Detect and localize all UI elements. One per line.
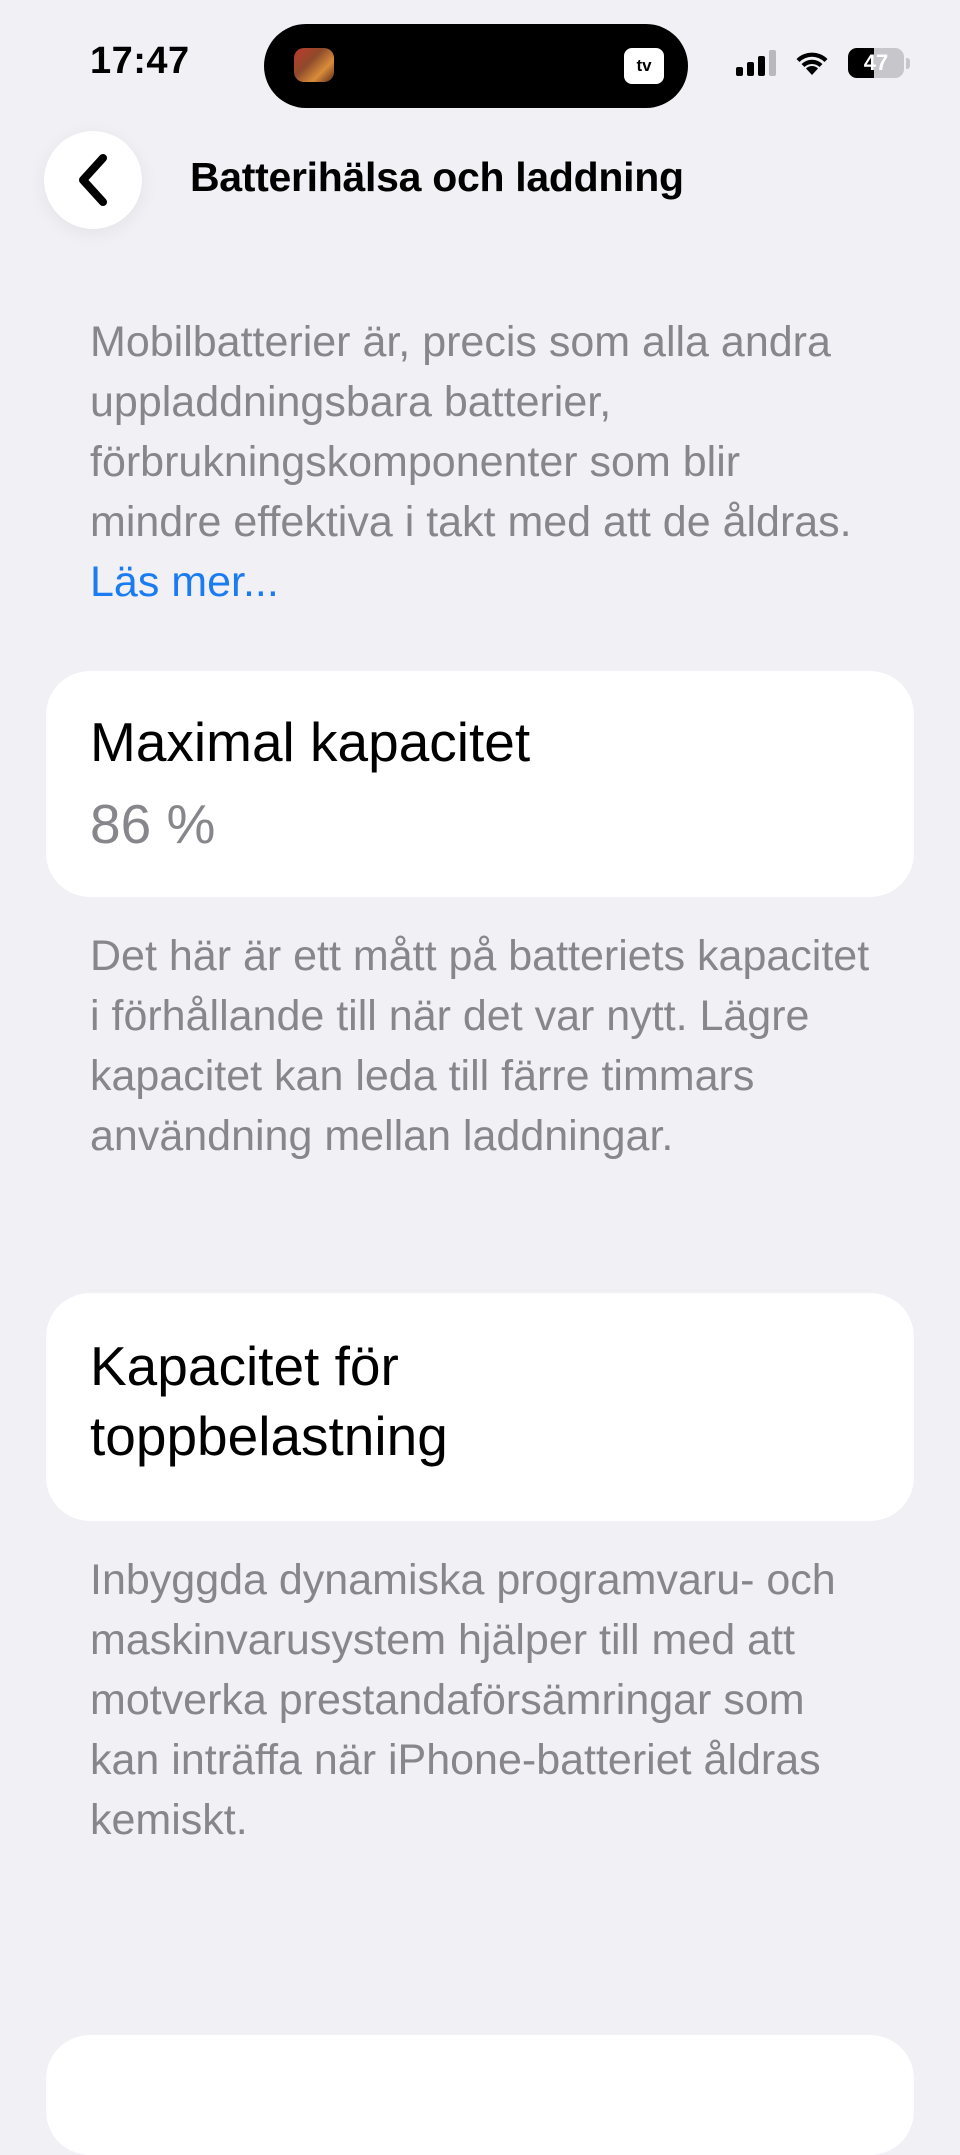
max-capacity-card: Maximal kapacitet 86 % <box>46 671 914 897</box>
max-capacity-title: Maximal kapacitet <box>90 711 531 773</box>
next-card[interactable] <box>46 2035 914 2155</box>
peak-performance-description: Inbyggda dynamiska programvaru- och mask… <box>90 1556 836 1844</box>
max-capacity-description: Det här är ett mått på batteriets kapaci… <box>90 932 870 1160</box>
peak-performance-card: Kapacitet för toppbelastning <box>46 1293 914 1521</box>
intro-description: Mobilbatterier är, precis som alla andra… <box>90 312 870 612</box>
status-icons: 47 <box>736 48 910 78</box>
dynamic-island[interactable]: tv <box>264 24 688 108</box>
cellular-signal-icon <box>736 50 776 76</box>
wifi-icon <box>796 52 828 75</box>
back-button[interactable] <box>44 131 142 229</box>
battery-icon: 47 <box>848 48 910 78</box>
chevron-left-icon <box>79 154 107 206</box>
status-time: 17:47 <box>90 40 190 82</box>
page-title: Batterihälsa och laddning <box>190 154 684 200</box>
now-playing-artwork <box>294 48 334 82</box>
intro-text: Mobilbatterier är, precis som alla andra… <box>90 318 852 546</box>
read-more-link[interactable]: Läs mer... <box>90 558 279 606</box>
apple-tv-label: tv <box>636 56 652 75</box>
max-capacity-value: 86 % <box>90 793 216 855</box>
status-bar: 17:47 tv 47 <box>0 0 960 130</box>
apple-tv-icon: tv <box>624 48 664 84</box>
battery-percentage: 47 <box>863 50 889 75</box>
peak-performance-title: Kapacitet för toppbelastning <box>90 1335 448 1467</box>
